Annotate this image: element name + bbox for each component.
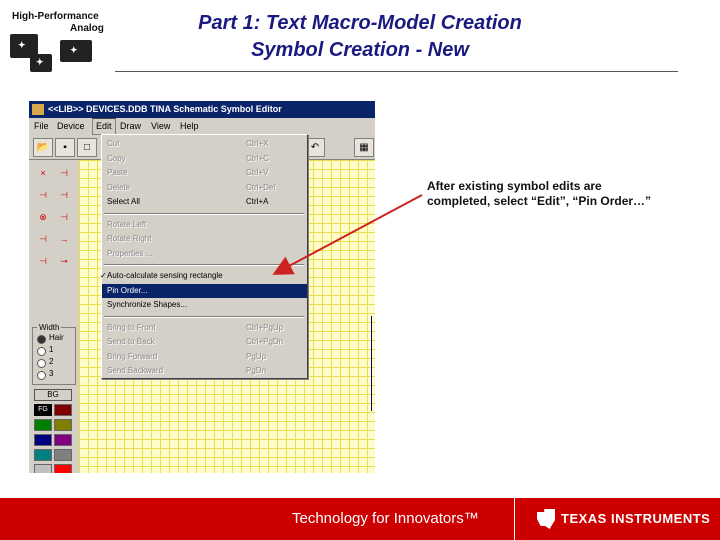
ti-logo-area: TEXAS INSTRUMENTS bbox=[514, 498, 720, 540]
instruction-annotation: After existing symbol edits are complete… bbox=[427, 179, 652, 208]
ti-logo-icon bbox=[537, 509, 555, 529]
callout-arrow bbox=[272, 194, 423, 275]
footer-tagline: Technology for Innovators™ bbox=[292, 510, 479, 527]
footer-bar: Technology for Innovators™ TEXAS INSTRUM… bbox=[0, 498, 720, 540]
ti-brand-name: TEXAS INSTRUMENTS bbox=[561, 511, 711, 526]
